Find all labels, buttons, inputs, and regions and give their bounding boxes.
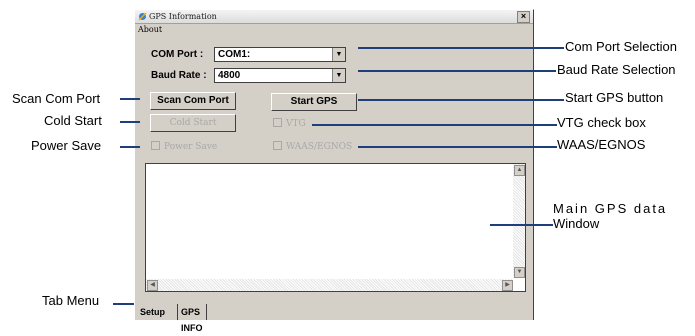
chevron-down-icon[interactable]: ▼	[332, 48, 345, 61]
menu-item-about[interactable]: About	[138, 24, 162, 35]
waas-egnos-checkbox[interactable]: WAAS/EGNOS	[273, 141, 352, 153]
callout-tab-menu: Tab Menu	[42, 293, 100, 308]
callout-waas-egnos: WAAS/EGNOS	[557, 137, 646, 152]
scroll-up-icon[interactable]: ▲	[514, 165, 525, 176]
com-port-select[interactable]: COM1: ▼	[214, 47, 346, 62]
callout-power-save: Power Save	[31, 138, 102, 153]
callout-line-power-save	[120, 146, 140, 148]
scroll-down-icon[interactable]: ▼	[514, 267, 525, 278]
title-bar: GPS Information ×	[135, 10, 533, 24]
callout-line-tab-menu	[113, 303, 134, 305]
tab-gps-info[interactable]: GPS INFO	[177, 304, 207, 333]
checkbox-box[interactable]	[273, 141, 282, 150]
gps-data-window[interactable]: ▲ ▼ ◀ ▶	[145, 163, 526, 292]
power-save-checkbox-label: Power Save	[164, 142, 218, 152]
callout-line-com-port	[358, 47, 564, 49]
gps-information-window: GPS Information × About COM Port : COM1:…	[134, 9, 534, 333]
power-save-checkbox[interactable]: Power Save	[151, 141, 217, 153]
callout-cold-start: Cold Start	[44, 113, 102, 128]
vtg-checkbox-label: VTG	[286, 119, 306, 129]
start-gps-button[interactable]: Start GPS	[271, 93, 357, 111]
com-port-label: COM Port :	[151, 49, 204, 60]
callout-line-waas	[358, 146, 557, 148]
baud-rate-select[interactable]: 4800 ▼	[214, 68, 346, 83]
scan-com-port-button[interactable]: Scan Com Port	[150, 92, 236, 110]
chevron-down-icon[interactable]: ▼	[332, 69, 345, 82]
vertical-scrollbar[interactable]: ▲ ▼	[513, 164, 525, 278]
vtg-checkbox[interactable]: VTG	[273, 118, 306, 130]
com-port-value: COM1:	[218, 49, 251, 60]
callout-line-start-gps	[358, 99, 564, 101]
callout-baud-rate-selection: Baud Rate Selection	[557, 62, 676, 77]
baud-rate-label: Baud Rate :	[151, 70, 207, 81]
baud-rate-value: 4800	[218, 70, 241, 81]
scroll-left-icon[interactable]: ◀	[147, 280, 158, 291]
scroll-right-icon[interactable]: ▶	[502, 280, 513, 291]
callout-main-gps-data-line2: Window	[553, 216, 600, 231]
horizontal-scrollbar[interactable]: ◀ ▶	[146, 279, 513, 291]
callout-scan-com-port: Scan Com Port	[12, 91, 101, 106]
tab-setup[interactable]: Setup	[137, 304, 169, 320]
callout-com-port-selection: Com Port Selection	[565, 39, 677, 54]
cold-start-button[interactable]: Cold Start	[150, 114, 236, 132]
checkbox-box[interactable]	[273, 118, 282, 127]
callout-start-gps-button: Start GPS button	[565, 90, 664, 105]
callout-line-baud-rate	[358, 70, 556, 72]
callout-line-cold-start	[120, 121, 140, 123]
callout-vtg-check-box: VTG check box	[557, 115, 646, 130]
callout-main-gps-data-line1: Main GPS data	[553, 201, 668, 216]
satellite-icon	[138, 12, 147, 21]
callout-line-main-data	[490, 224, 553, 226]
callout-line-vtg	[312, 124, 557, 126]
checkbox-box[interactable]	[151, 141, 160, 150]
close-button[interactable]: ×	[517, 11, 530, 23]
callout-line-scan	[120, 98, 140, 100]
waas-egnos-checkbox-label: WAAS/EGNOS	[286, 142, 353, 152]
window-title: GPS Information	[149, 12, 217, 21]
